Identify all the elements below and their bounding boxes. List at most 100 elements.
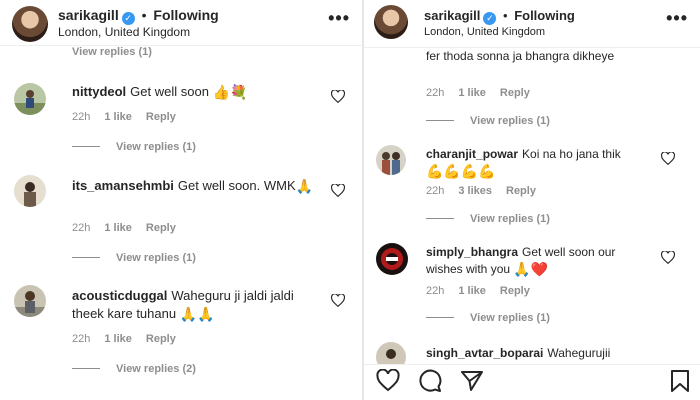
heart-icon[interactable] bbox=[331, 90, 345, 103]
divider-line bbox=[426, 317, 454, 318]
view-replies-label: View replies (1) bbox=[72, 46, 152, 58]
view-replies-link[interactable]: View replies (1) bbox=[426, 115, 550, 127]
post-header: sarikagill ✓ • Following London, United K… bbox=[0, 0, 362, 46]
left-screenshot: sarikagill ✓ • Following London, United K… bbox=[0, 0, 362, 400]
reply-button[interactable]: Reply bbox=[146, 111, 176, 123]
post-header: sarikagill ✓ • Following London, United K… bbox=[364, 0, 700, 48]
comment-body: Koi na ho jana thik bbox=[522, 147, 621, 161]
avatar[interactable] bbox=[14, 83, 46, 115]
comment-emojis: 💪💪💪💪 bbox=[426, 163, 496, 179]
view-replies-link[interactable]: View replies (1) bbox=[426, 312, 550, 324]
avatar[interactable] bbox=[376, 145, 406, 175]
comment-likes[interactable]: 1 like bbox=[104, 111, 132, 123]
reply-button[interactable]: Reply bbox=[500, 285, 530, 297]
comment-username[interactable]: simply_bhangra bbox=[426, 245, 518, 259]
partial-comment-text: fer thoda sonna ja bhangra dikheye bbox=[426, 49, 615, 63]
header-username[interactable]: sarikagill bbox=[58, 7, 119, 23]
header-avatar[interactable] bbox=[12, 6, 48, 42]
comment-likes[interactable]: 1 like bbox=[458, 285, 486, 297]
comment-meta: 22h 1 like Reply bbox=[72, 333, 190, 345]
view-replies-label: View replies (1) bbox=[116, 252, 196, 264]
comment-time[interactable]: 22h bbox=[426, 285, 444, 297]
comment-username[interactable]: singh_avtar_boparai bbox=[426, 346, 543, 360]
comment-likes[interactable]: 1 like bbox=[104, 333, 132, 345]
bookmark-icon[interactable] bbox=[668, 369, 692, 393]
comment-emojis: 👍💐 bbox=[212, 84, 248, 100]
view-replies-label: View replies (1) bbox=[470, 115, 550, 127]
header-username[interactable]: sarikagill bbox=[424, 8, 480, 23]
comment-text: its_amansehmbi Get well soon. WMK🙏 bbox=[72, 177, 322, 195]
header-title: sarikagill ✓ • Following bbox=[58, 7, 219, 25]
comment-emojis: 🙏❤️ bbox=[513, 261, 549, 277]
reply-button[interactable]: Reply bbox=[146, 333, 176, 345]
comment-text: acousticduggal Waheguru ji jaldi jaldi th… bbox=[72, 287, 322, 323]
header-bullet: • bbox=[503, 8, 508, 23]
reply-button[interactable]: Reply bbox=[506, 185, 536, 197]
post-action-bar bbox=[364, 364, 700, 400]
share-icon[interactable] bbox=[460, 369, 484, 393]
header-bullet: • bbox=[141, 7, 147, 23]
avatar[interactable] bbox=[376, 243, 408, 275]
verified-badge-icon: ✓ bbox=[483, 12, 497, 25]
view-replies-label: View replies (2) bbox=[116, 363, 196, 375]
following-button[interactable]: Following bbox=[153, 7, 218, 23]
like-icon[interactable] bbox=[376, 369, 400, 393]
heart-icon[interactable] bbox=[331, 184, 345, 197]
comment-username[interactable]: its_amansehmbi bbox=[72, 178, 174, 193]
view-replies-link[interactable]: View replies (2) bbox=[72, 363, 196, 375]
comment-emojis: 🙏🙏 bbox=[179, 306, 215, 322]
avatar[interactable] bbox=[14, 285, 46, 317]
more-options-icon[interactable]: ••• bbox=[666, 8, 688, 29]
comment-meta: 22h 1 like Reply bbox=[72, 222, 190, 234]
comment-meta: 22h 1 like Reply bbox=[426, 87, 544, 99]
comment-username[interactable]: charanjit_powar bbox=[426, 147, 518, 161]
comment-time[interactable]: 22h bbox=[72, 222, 90, 234]
comment-likes[interactable]: 1 like bbox=[104, 222, 132, 234]
divider-line bbox=[72, 368, 100, 369]
comment-body: Wahegurujii bbox=[547, 346, 611, 360]
reply-button[interactable]: Reply bbox=[500, 87, 530, 99]
divider-line bbox=[426, 120, 454, 121]
reply-button[interactable]: Reply bbox=[146, 222, 176, 234]
view-replies-link[interactable]: View replies (1) bbox=[426, 213, 550, 225]
more-options-icon[interactable]: ••• bbox=[328, 8, 350, 29]
divider-line bbox=[72, 257, 100, 258]
comment-meta: 22h 1 like Reply bbox=[72, 111, 190, 123]
verified-badge-icon: ✓ bbox=[121, 12, 135, 25]
divider-line bbox=[72, 146, 100, 147]
view-replies-label: View replies (1) bbox=[470, 213, 550, 225]
view-replies-label: View replies (1) bbox=[116, 141, 196, 153]
comment-time[interactable]: 22h bbox=[426, 87, 444, 99]
header-location[interactable]: London, United Kingdom bbox=[424, 26, 545, 38]
header-title: sarikagill ✓ • Following bbox=[424, 8, 575, 25]
comment-text: singh_avtar_boparai Wahegurujii bbox=[426, 345, 686, 362]
comment-text: nittydeol Get well soon 👍💐 bbox=[72, 83, 312, 101]
comment-body: Get well soon bbox=[130, 84, 209, 99]
comment-likes[interactable]: 3 likes bbox=[458, 185, 492, 197]
comment-meta: 22h 3 likes Reply bbox=[426, 185, 550, 197]
comment-text: simply_bhangra Get well soon our wishes w… bbox=[426, 244, 636, 278]
comment-username[interactable]: nittydeol bbox=[72, 84, 126, 99]
right-screenshot: sarikagill ✓ • Following London, United K… bbox=[364, 0, 700, 400]
heart-icon[interactable] bbox=[331, 294, 345, 307]
divider-line bbox=[426, 218, 454, 219]
view-replies-link[interactable]: View replies (1) bbox=[72, 252, 196, 264]
avatar[interactable] bbox=[14, 175, 46, 207]
view-replies-link[interactable]: View replies (1) bbox=[72, 141, 196, 153]
comment-text: charanjit_powar Koi na ho jana thik 💪💪💪💪 bbox=[426, 146, 636, 180]
comment-icon[interactable] bbox=[418, 369, 442, 393]
comment-time[interactable]: 22h bbox=[72, 333, 90, 345]
comment-meta: 22h 1 like Reply bbox=[426, 285, 544, 297]
heart-icon[interactable] bbox=[661, 251, 675, 264]
view-replies-label: View replies (1) bbox=[470, 312, 550, 324]
comment-time[interactable]: 22h bbox=[72, 111, 90, 123]
view-replies-link[interactable]: View replies (1) bbox=[72, 46, 152, 58]
comment-emojis: 🙏 bbox=[295, 178, 314, 194]
comment-username[interactable]: acousticduggal bbox=[72, 288, 167, 303]
heart-icon[interactable] bbox=[661, 152, 675, 165]
comment-likes[interactable]: 1 like bbox=[458, 87, 486, 99]
header-location[interactable]: London, United Kingdom bbox=[58, 25, 190, 39]
comment-time[interactable]: 22h bbox=[426, 185, 444, 197]
header-avatar[interactable] bbox=[374, 5, 408, 39]
following-button[interactable]: Following bbox=[514, 8, 575, 23]
